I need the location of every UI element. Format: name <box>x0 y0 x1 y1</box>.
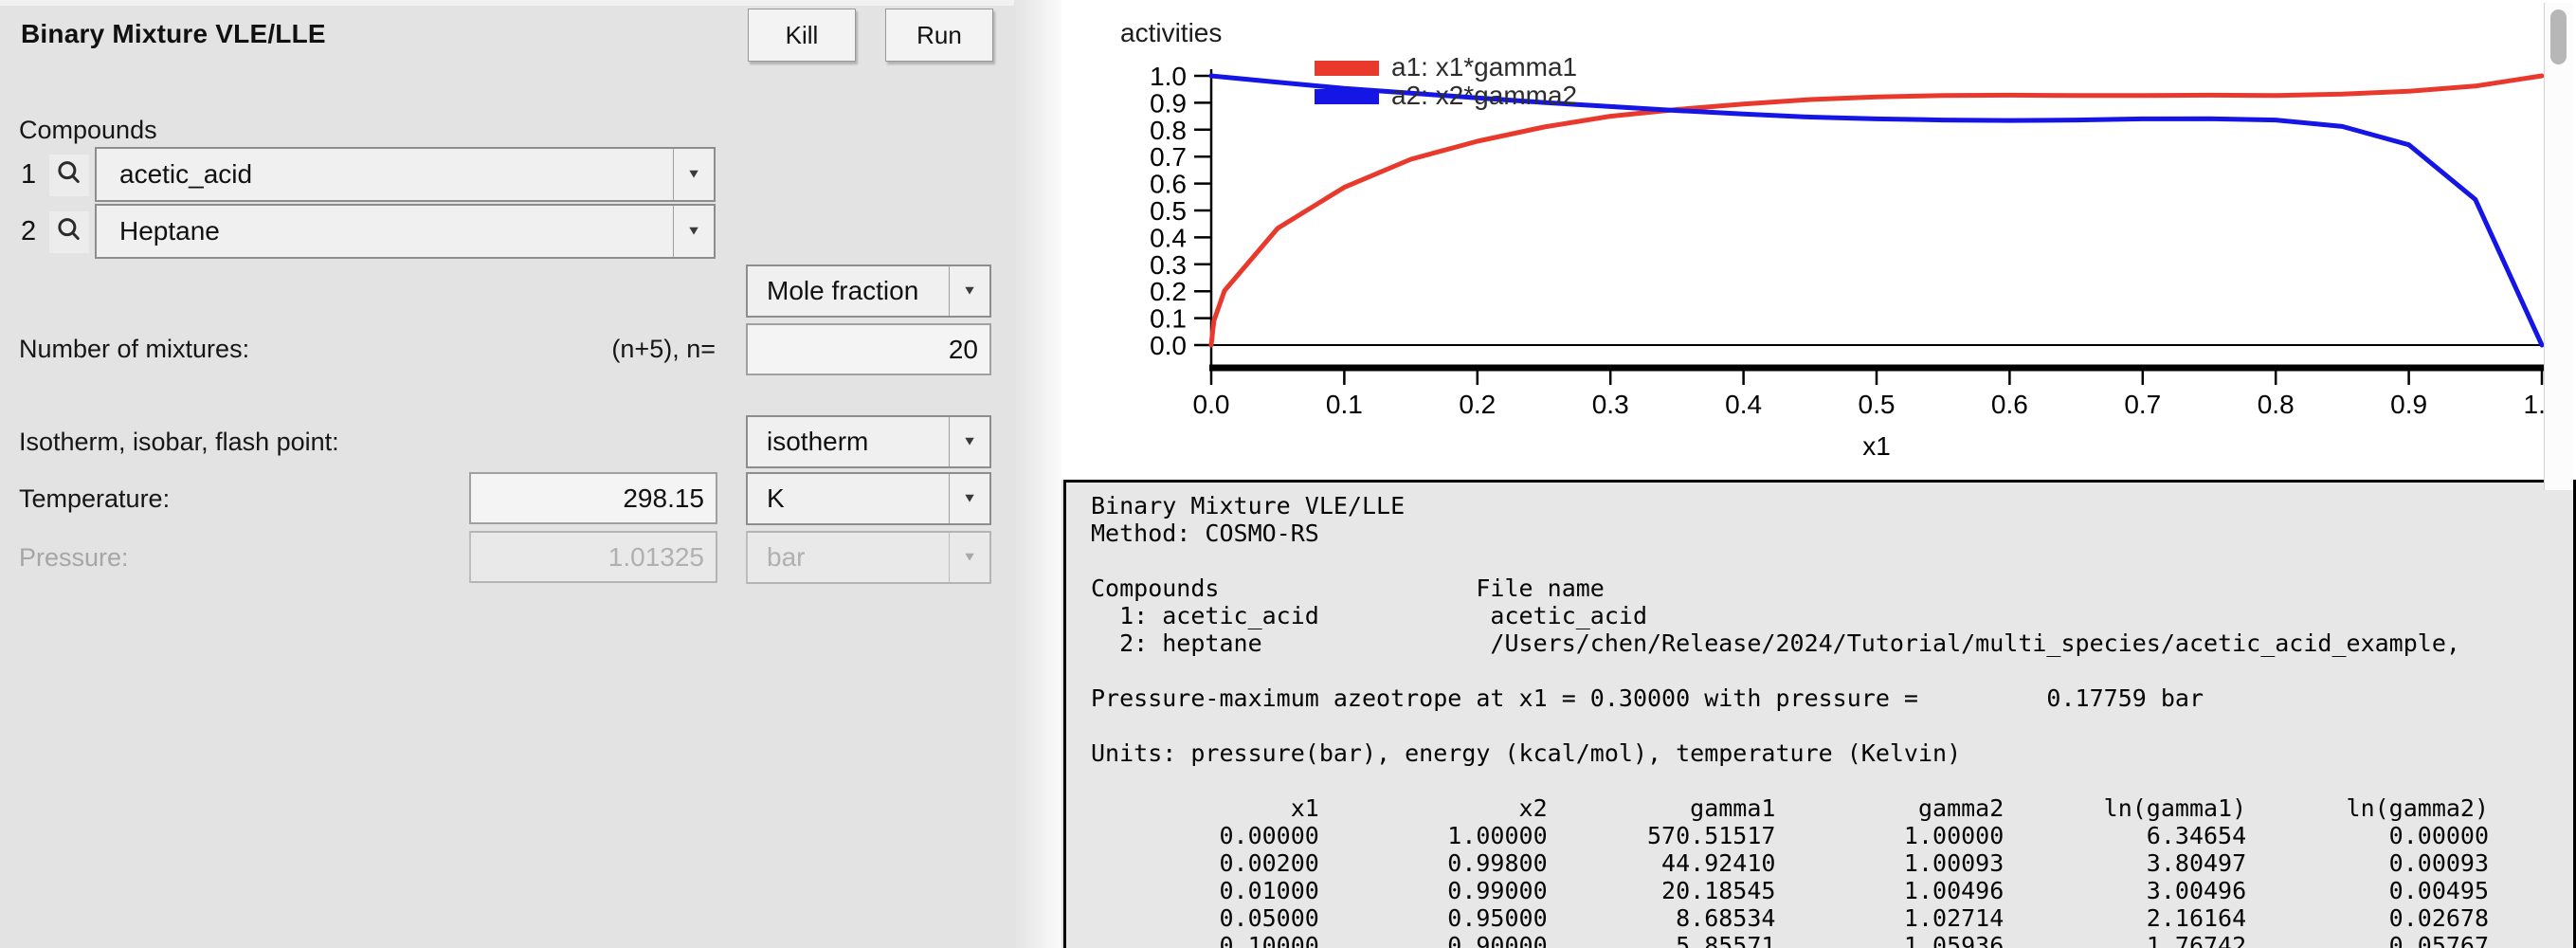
compound-1-dropdown[interactable]: acetic_acid ▼ <box>95 147 716 202</box>
chevron-down-icon[interactable]: ▼ <box>673 206 714 257</box>
svg-text:0.1: 0.1 <box>1150 304 1187 334</box>
mixtures-formula: (n+5), n= <box>469 335 716 364</box>
mixtures-input[interactable]: 20 <box>746 323 991 375</box>
pressure-input: 1.01325 <box>469 531 717 583</box>
mixtures-label: Number of mixtures: <box>19 335 249 364</box>
legend-label-1: a1: x1*gamma1 <box>1391 52 1577 82</box>
compound-2-index: 2 <box>21 216 36 247</box>
svg-text:0.9: 0.9 <box>1150 88 1187 118</box>
svg-text:0.6: 0.6 <box>1150 170 1187 199</box>
search-icon <box>55 159 83 192</box>
compound-1-value: acetic_acid <box>97 159 673 190</box>
svg-text:0.2: 0.2 <box>1150 277 1187 306</box>
page-title: Binary Mixture VLE/LLE <box>21 19 326 49</box>
svg-text:0.8: 0.8 <box>2258 390 2295 419</box>
temperature-value: 298.15 <box>471 483 716 514</box>
svg-text:0.7: 0.7 <box>2124 390 2161 419</box>
svg-text:0.1: 0.1 <box>1326 390 1363 419</box>
legend-label-2: a2: x2*gamma2 <box>1391 81 1577 110</box>
console-scrollbar[interactable] <box>2544 3 2573 490</box>
search-icon <box>55 216 83 249</box>
svg-text:0.5: 0.5 <box>1150 196 1187 226</box>
compound-2-value: Heptane <box>97 216 673 246</box>
chevron-down-icon[interactable]: ▼ <box>949 474 989 523</box>
pressure-unit: bar <box>748 542 949 573</box>
chevron-down-icon[interactable]: ▼ <box>949 266 989 316</box>
temperature-label: Temperature: <box>19 484 170 514</box>
x-axis-label: x1 <box>1862 431 1891 461</box>
compounds-label: Compounds <box>19 116 157 145</box>
svg-text:0.7: 0.7 <box>1150 142 1187 172</box>
kill-button[interactable]: Kill <box>748 9 856 62</box>
scrollbar-thumb[interactable] <box>2550 9 2567 64</box>
svg-text:0.4: 0.4 <box>1725 390 1762 419</box>
activities-chart: activities0.00.10.20.30.40.50.60.70.80.9… <box>1061 0 2576 480</box>
mode-dropdown[interactable]: isotherm ▼ <box>746 415 991 468</box>
svg-text:0.9: 0.9 <box>2390 390 2427 419</box>
composition-unit-dropdown[interactable]: Mole fraction ▼ <box>746 264 991 318</box>
chevron-down-icon[interactable]: ▼ <box>949 417 989 466</box>
svg-text:1.0: 1.0 <box>1150 62 1187 91</box>
mode-value: isotherm <box>748 427 949 457</box>
chevron-down-icon[interactable]: ▼ <box>673 149 714 200</box>
series-2-curve <box>1211 76 2542 345</box>
svg-text:0.0: 0.0 <box>1193 390 1230 419</box>
svg-text:0.5: 0.5 <box>1859 390 1896 419</box>
window-top-edge <box>0 0 1061 6</box>
pressure-label: Pressure: <box>19 543 129 573</box>
binary-mixture-vle-window: Binary Mixture VLE/LLE Kill Run Compound… <box>0 0 2576 948</box>
console-text: Binary Mixture VLE/LLE Method: COSMO-RS … <box>1066 483 2573 948</box>
composition-unit-value: Mole fraction <box>748 276 949 306</box>
legend-swatch-2 <box>1315 89 1379 104</box>
legend-swatch-1 <box>1315 61 1379 76</box>
svg-text:0.3: 0.3 <box>1592 390 1629 419</box>
mixtures-value: 20 <box>748 335 989 365</box>
svg-text:0.2: 0.2 <box>1459 390 1496 419</box>
panel-splitter <box>1014 0 1061 948</box>
output-console: Binary Mixture VLE/LLE Method: COSMO-RS … <box>1063 480 2576 948</box>
svg-text:0.3: 0.3 <box>1150 250 1187 280</box>
run-button[interactable]: Run <box>885 9 993 62</box>
series-1-curve <box>1211 76 2542 345</box>
svg-text:0.6: 0.6 <box>1991 390 2028 419</box>
chart-title: activities <box>1120 18 1222 47</box>
chevron-down-icon: ▼ <box>949 533 989 582</box>
compound-1-index: 1 <box>21 159 36 191</box>
compound-2-dropdown[interactable]: Heptane ▼ <box>95 204 716 259</box>
compound-2-search-button[interactable] <box>49 211 89 253</box>
pressure-unit-dropdown: bar ▼ <box>746 531 991 584</box>
svg-text:0.0: 0.0 <box>1150 331 1187 360</box>
svg-text:0.8: 0.8 <box>1150 116 1187 145</box>
compound-1-search-button[interactable] <box>49 155 89 196</box>
pressure-value: 1.01325 <box>471 542 716 573</box>
temperature-input[interactable]: 298.15 <box>469 472 717 524</box>
svg-text:0.4: 0.4 <box>1150 223 1187 252</box>
temperature-unit: K <box>748 483 949 514</box>
mode-label: Isotherm, isobar, flash point: <box>19 428 339 457</box>
temperature-unit-dropdown[interactable]: K ▼ <box>746 472 991 525</box>
